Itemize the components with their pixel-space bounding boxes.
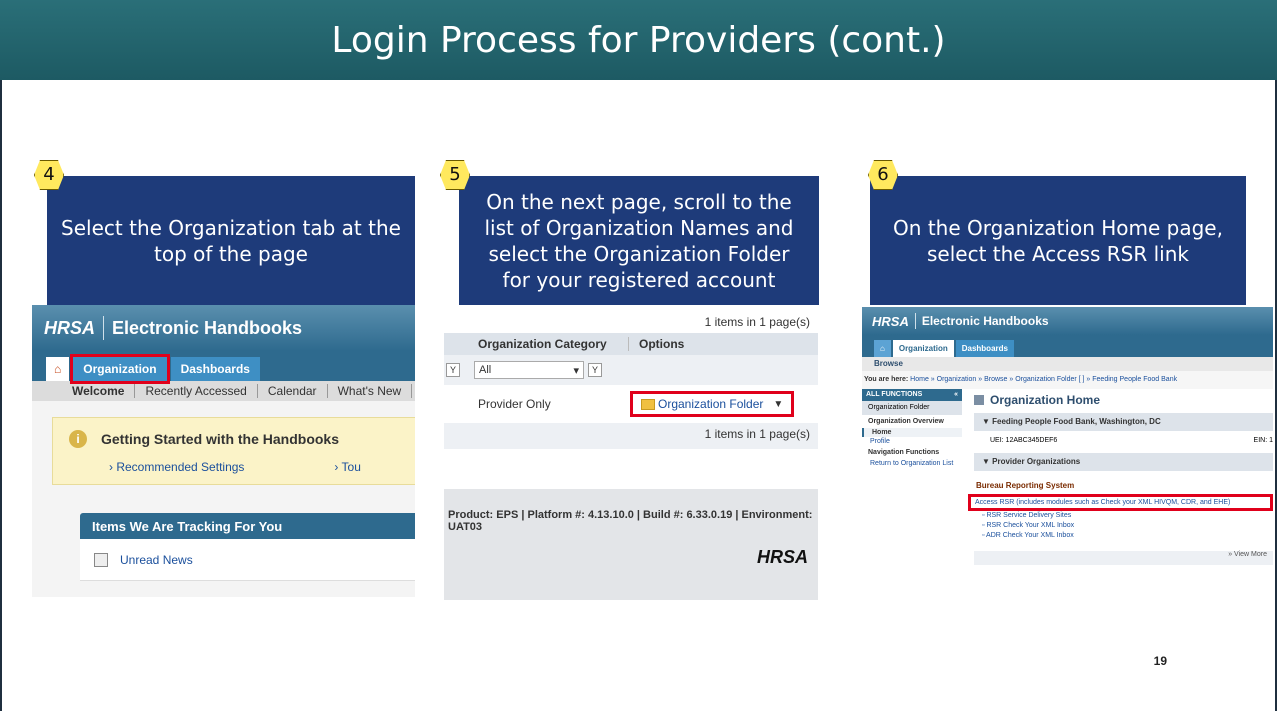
tab-dashboards[interactable]: Dashboards xyxy=(170,357,260,381)
col-options: Options xyxy=(628,337,684,351)
title-bar: Login Process for Providers (cont.) xyxy=(0,0,1277,80)
org-home-title: Organization Home xyxy=(990,393,1101,407)
page-number: 19 xyxy=(1153,654,1167,668)
home-tab-icon[interactable]: ⌂ xyxy=(874,340,891,357)
product-name: Electronic Handbooks xyxy=(112,317,303,338)
recommended-settings-link[interactable]: › Recommended Settings xyxy=(109,460,244,474)
hrsa-logo: HRSA xyxy=(872,313,909,329)
chevron-down-icon: ▾ xyxy=(573,364,579,377)
tab-organization[interactable]: Organization xyxy=(70,354,170,384)
subnav-welcome[interactable]: Welcome xyxy=(62,384,136,398)
table-header: Organization Category Options xyxy=(444,333,818,355)
getting-started-title: Getting Started with the Handbooks xyxy=(101,431,340,447)
footer-build-info: Product: EPS | Platform #: 4.13.10.0 | B… xyxy=(448,509,813,533)
tour-link[interactable]: › Tou xyxy=(334,460,360,474)
org-home-content: Organization Home ▼ Feeding People Food … xyxy=(962,389,1273,565)
org-name-band[interactable]: ▼ Feeding People Food Bank, Washington, … xyxy=(974,413,1273,431)
collapse-icon: « xyxy=(954,391,958,398)
all-functions-header[interactable]: ALL FUNCTIONS « xyxy=(862,389,962,401)
caret-down-icon[interactable]: ▼ xyxy=(773,399,783,410)
subnav-recent[interactable]: Recently Accessed xyxy=(135,384,258,398)
col-category[interactable]: Organization Category xyxy=(468,337,628,351)
hrsa-logo: HRSA xyxy=(44,317,96,338)
page-title: Login Process for Providers (cont.) xyxy=(331,19,946,61)
folder-icon xyxy=(641,398,655,410)
subnav: Welcome Recently Accessed Calendar What'… xyxy=(32,381,415,401)
home-tab-icon[interactable]: ⌂ xyxy=(46,357,70,381)
subnav-whats-new[interactable]: What's New xyxy=(328,384,413,398)
uei-row: UEI: 12ABC345DEF6 EIN: 1 xyxy=(990,437,1273,444)
ehb-header: HRSA Electronic Handbooks xyxy=(32,305,415,351)
rsr-sites-link[interactable]: ▫ RSR Service Delivery Sites xyxy=(974,511,1273,521)
step-6-badge: 6 xyxy=(868,160,898,190)
category-filter-select[interactable]: All ▾ xyxy=(474,361,584,379)
table-row: Provider Only Organization Folder ▼ xyxy=(444,385,818,423)
subnav-calendar[interactable]: Calendar xyxy=(258,384,328,398)
row-category: Provider Only xyxy=(478,397,551,411)
step-6-text: On the Organization Home page, select th… xyxy=(893,215,1223,266)
step-4-text: Select the Organization tab at the top o… xyxy=(61,215,401,266)
view-more-link[interactable]: » View More xyxy=(974,551,1273,565)
header-divider xyxy=(914,313,916,329)
items-count-top: 1 items in 1 page(s) xyxy=(704,315,810,329)
filter-apply-icon[interactable]: Y xyxy=(588,363,602,377)
step-4-box: Select the Organization tab at the top o… xyxy=(47,176,415,305)
rsr-inbox-link[interactable]: ▫ RSR Check Your XML Inbox xyxy=(974,521,1273,531)
provider-orgs-band[interactable]: ▼ Provider Organizations xyxy=(974,453,1273,471)
building-icon xyxy=(974,395,984,405)
access-rsr-link[interactable]: Access RSR (includes modules such as Che… xyxy=(968,494,1273,511)
ehb-header: HRSA Electronic Handbooks xyxy=(862,307,1273,335)
main-tabs: ⌂ Organization Dashboards xyxy=(862,335,1273,357)
step-5-badge: 5 xyxy=(440,160,470,190)
step-5-text: On the next page, scroll to the list of … xyxy=(484,189,794,292)
filter-icon[interactable]: Y xyxy=(446,363,460,377)
info-icon: i xyxy=(69,430,87,448)
product-name: Electronic Handbooks xyxy=(921,314,1049,328)
news-icon xyxy=(94,552,108,567)
overview-heading: Organization Overview xyxy=(868,418,944,425)
organization-folder-link[interactable]: Organization Folder ▼ xyxy=(630,391,795,417)
subnav-browse[interactable]: Browse xyxy=(862,357,1273,371)
bureau-heading: Bureau Reporting System xyxy=(976,481,1075,490)
screenshot-org-home: HRSA Electronic Handbooks ⌂ Organization… xyxy=(862,307,1273,601)
step-6-box: On the Organization Home page, select th… xyxy=(870,176,1246,305)
hrsa-logo-footer: HRSA xyxy=(756,547,808,567)
nav-functions-heading: Navigation Functions xyxy=(868,449,940,456)
breadcrumb: You are here: Home » Organization » Brow… xyxy=(862,371,1273,389)
adr-inbox-link[interactable]: ▫ ADR Check Your XML Inbox xyxy=(974,531,1273,541)
unread-news-item[interactable]: Unread News xyxy=(80,539,415,581)
org-folder-section[interactable]: Organization Folder xyxy=(862,401,962,415)
header-divider xyxy=(103,316,105,340)
step-5-box: On the next page, scroll to the list of … xyxy=(459,176,819,305)
left-nav: ALL FUNCTIONS « Organization Folder Organ… xyxy=(862,389,962,565)
tab-organization[interactable]: Organization xyxy=(892,340,954,357)
tab-dashboards[interactable]: Dashboards xyxy=(955,340,1014,357)
main-tabs: ⌂ Organization Dashboards xyxy=(32,351,415,384)
tracking-title: Items We Are Tracking For You xyxy=(80,513,415,539)
screenshot-org-folder: 1 items in 1 page(s) Organization Catego… xyxy=(444,305,818,600)
product-footer: Product: EPS | Platform #: 4.13.10.0 | B… xyxy=(444,489,818,600)
items-count-bottom: 1 items in 1 page(s) xyxy=(444,423,818,449)
return-to-org-list-link[interactable]: Return to Organization List xyxy=(862,459,962,468)
screenshot-org-tab: HRSA Electronic Handbooks ⌂ Organization… xyxy=(32,305,415,597)
step-4-badge: 4 xyxy=(34,160,64,190)
filter-row: Y All ▾ Y xyxy=(444,355,818,385)
tracking-panel: Items We Are Tracking For You Unread New… xyxy=(80,513,415,581)
getting-started-panel: i Getting Started with the Handbooks › R… xyxy=(52,417,415,485)
nav-profile[interactable]: Profile xyxy=(862,437,962,446)
nav-home[interactable]: Home xyxy=(862,428,962,437)
